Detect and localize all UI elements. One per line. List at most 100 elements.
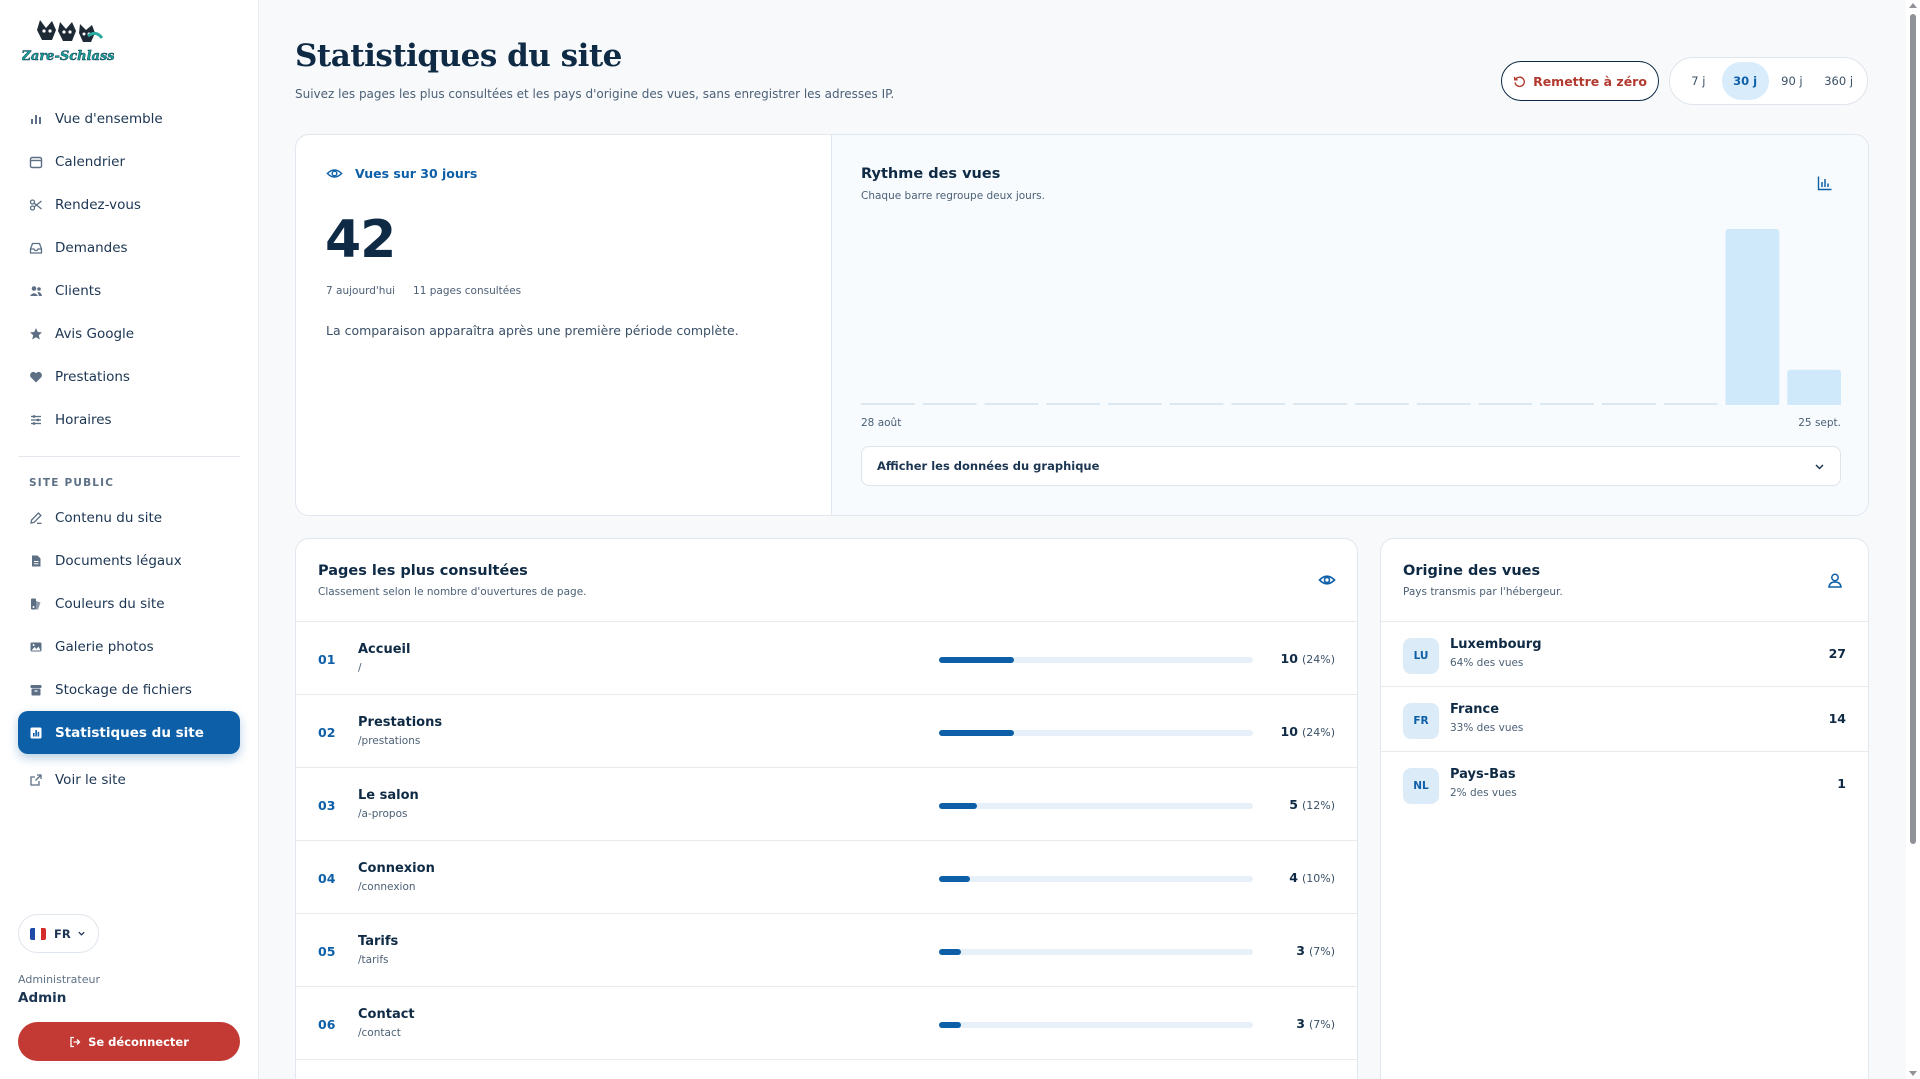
eye-icon <box>1318 575 1336 585</box>
page-share-bar <box>939 730 1253 736</box>
section-label-public-site: SITE PUBLIC <box>29 477 115 489</box>
chart-title: Rythme des vues <box>861 166 1001 182</box>
sidebar-item-label: Vue d'ensemble <box>55 110 163 127</box>
language-code: FR <box>54 926 71 941</box>
bar-chart-icon <box>1817 176 1832 191</box>
view-site-link[interactable]: Voir le site <box>18 758 240 801</box>
sliders-icon <box>29 413 43 427</box>
france-flag-icon <box>30 927 46 940</box>
country-name: Pays-Bas <box>1450 767 1516 782</box>
page-views: 10 (24%) <box>1281 724 1335 739</box>
show-chart-data-label: Afficher les données du graphique <box>877 459 1100 473</box>
list-item: NL Pays-Bas 2% des vues 1 <box>1381 751 1868 816</box>
page-scrollbar[interactable] <box>1906 0 1920 1079</box>
external-link-icon <box>29 773 43 787</box>
table-row[interactable]: 04 Connexion /connexion 4 (10%) <box>296 840 1357 913</box>
page-path: /connexion <box>358 881 416 893</box>
show-chart-data-toggle[interactable]: Afficher les données du graphique <box>861 446 1841 486</box>
table-row[interactable]: 03 Le salon /a-propos 5 (12%) <box>296 767 1357 840</box>
page-path: /tarifs <box>358 954 389 966</box>
sidebar-item-label: Contenu du site <box>55 509 163 526</box>
sidebar-item-calendar[interactable]: Calendrier <box>18 140 240 183</box>
views-bar-chart <box>861 229 1841 405</box>
page-views-count: 3 <box>1296 1016 1305 1031</box>
views-meta: 7 aujourd'hui 11 pages consultées <box>326 285 521 297</box>
table-row[interactable]: 06 Contact /contact 3 (7%) <box>296 986 1357 1059</box>
bar-baseline <box>861 403 915 405</box>
page-rank: 04 <box>318 871 336 886</box>
origin-list: LU Luxembourg 64% des vues 27 FR France … <box>1381 621 1868 816</box>
page-subtitle: Suivez les pages les plus consultées et … <box>295 87 895 101</box>
language-selector[interactable]: FR <box>18 914 99 953</box>
origin-title: Origine des vues <box>1403 563 1541 579</box>
scroll-down-arrow[interactable] <box>1909 1071 1917 1076</box>
page-share-bar <box>939 803 1253 809</box>
country-views: 1 <box>1837 776 1846 791</box>
sidebar-item-site-statistics[interactable]: Statistiques du site <box>18 711 240 754</box>
reset-button[interactable]: Remettre à zéro <box>1501 61 1659 101</box>
page-name: Prestations <box>358 715 443 730</box>
sidebar-item-requests[interactable]: Demandes <box>18 226 240 269</box>
reset-icon <box>1514 75 1526 87</box>
page-views-count: 3 <box>1296 943 1305 958</box>
sidebar-item-site-content[interactable]: Contenu du site <box>18 496 240 539</box>
page-name: Accueil <box>358 642 411 657</box>
document-icon <box>29 554 43 568</box>
top-pages-list: 01 Accueil / 10 (24%) 02 Prestations /pre… <box>296 621 1357 1079</box>
sidebar-item-services[interactable]: Prestations <box>18 355 240 398</box>
page-views: 4 (10%) <box>1289 870 1335 885</box>
admin-role: Administrateur <box>18 973 100 986</box>
eye-icon <box>326 169 343 178</box>
view-site-label: Voir le site <box>55 771 126 788</box>
calendar-icon <box>29 155 43 169</box>
page-rank: 01 <box>318 652 336 667</box>
heart-icon <box>29 370 43 384</box>
x-axis-start-label: 28 août <box>861 417 902 429</box>
range-7-days[interactable]: 7 j <box>1675 62 1722 100</box>
pages-viewed-count: 11 pages consultées <box>413 285 522 297</box>
page-path: / <box>358 662 362 674</box>
chart-bar[interactable] <box>1725 229 1780 405</box>
page-path: /a-propos <box>358 808 408 820</box>
country-share: 2% des vues <box>1450 787 1517 799</box>
chart-bar[interactable] <box>1787 369 1841 405</box>
sidebar-item-google-reviews[interactable]: Avis Google <box>18 312 240 355</box>
sidebar-item-hours[interactable]: Horaires <box>18 398 240 441</box>
country-share: 33% des vues <box>1450 722 1524 734</box>
table-row[interactable]: 05 Tarifs /tarifs 3 (7%) <box>296 913 1357 986</box>
range-selector: 7 j 30 j 90 j 360 j <box>1669 57 1868 105</box>
view-site-nav: Voir le site <box>18 758 240 801</box>
edit-icon <box>29 511 43 525</box>
bar-baseline <box>1416 403 1471 405</box>
country-code-badge: NL <box>1403 768 1439 804</box>
country-share: 64% des vues <box>1450 657 1524 669</box>
page-views-percent: (24%) <box>1301 726 1335 739</box>
views-origin-card: Origine des vues Pays transmis par l'héb… <box>1380 538 1869 1079</box>
table-row[interactable]: 02 Prestations /prestations 10 (24%) <box>296 694 1357 767</box>
page-name: Contact <box>358 1007 415 1022</box>
range-30-days[interactable]: 30 j <box>1721 62 1769 100</box>
sidebar-item-legal-documents[interactable]: Documents légaux <box>18 539 240 582</box>
bar-baseline <box>1108 403 1162 405</box>
page-title: Statistiques du site <box>295 38 622 74</box>
bar-baseline <box>984 403 1039 405</box>
logout-button[interactable]: Se déconnecter <box>18 1022 240 1061</box>
sidebar-item-overview[interactable]: Vue d'ensemble <box>18 97 240 140</box>
sidebar-item-clients[interactable]: Clients <box>18 269 240 312</box>
sidebar-item-file-storage[interactable]: Stockage de fichiers <box>18 668 240 711</box>
top-pages-title: Pages les plus consultées <box>318 563 528 579</box>
brand-logo[interactable]: Zare-Schlass <box>22 16 114 66</box>
scroll-up-arrow[interactable] <box>1909 3 1917 8</box>
scroll-thumb[interactable] <box>1910 14 1916 844</box>
sidebar-item-appointments[interactable]: Rendez-vous <box>18 183 240 226</box>
range-90-days[interactable]: 90 j <box>1769 62 1816 100</box>
sidebar-item-photo-gallery[interactable]: Galerie photos <box>18 625 240 668</box>
scissors-icon <box>29 198 43 212</box>
reset-label: Remettre à zéro <box>1533 73 1647 89</box>
table-row[interactable]: 01 Accueil / 10 (24%) <box>296 621 1357 694</box>
range-360-days[interactable]: 360 j <box>1815 62 1862 100</box>
sidebar-item-label: Rendez-vous <box>55 196 141 213</box>
star-icon <box>29 327 43 341</box>
page-path: /contact <box>358 1027 401 1039</box>
sidebar-item-site-colors[interactable]: Couleurs du site <box>18 582 240 625</box>
